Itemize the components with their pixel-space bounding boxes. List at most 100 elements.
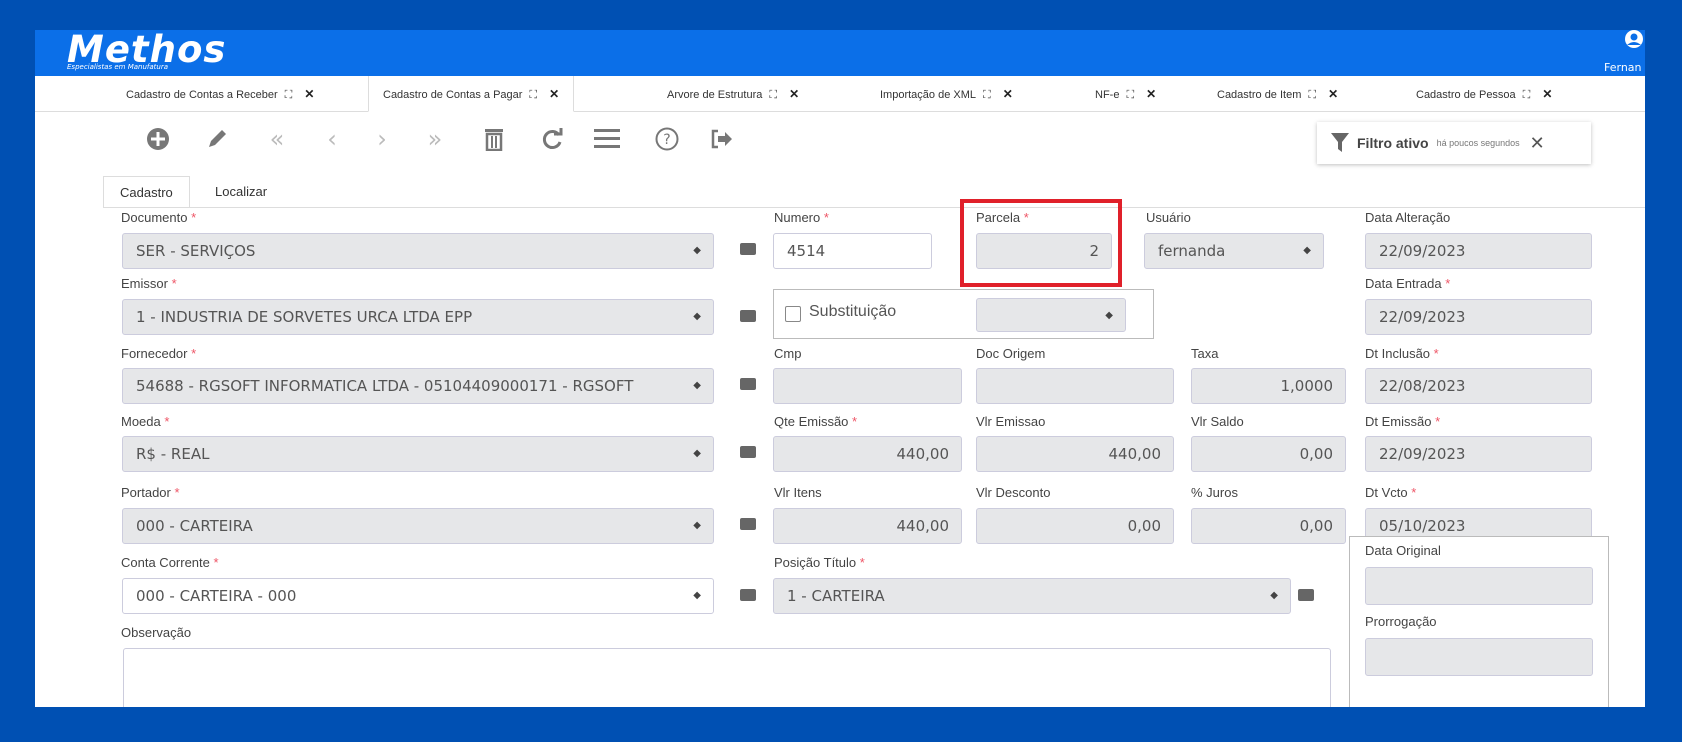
- substituicao-select[interactable]: ◆: [976, 298, 1126, 332]
- trash-icon[interactable]: [479, 124, 509, 154]
- data-entrada-label: Data Entrada *: [1365, 276, 1451, 291]
- expand-icon[interactable]: ⛶: [1126, 89, 1134, 101]
- usuario-select[interactable]: fernanda ◆: [1144, 233, 1324, 269]
- dt-emissao-input[interactable]: 22/09/2023: [1365, 436, 1592, 472]
- first-icon[interactable]: «: [262, 124, 292, 154]
- user-icon[interactable]: [1623, 30, 1645, 50]
- user-name[interactable]: Fernan: [1604, 61, 1642, 74]
- expand-icon[interactable]: ⛶: [1308, 89, 1316, 101]
- svg-text:?: ?: [663, 132, 670, 148]
- cmp-input[interactable]: [773, 368, 962, 404]
- posicao-titulo-select[interactable]: 1 - CARTEIRA ◆: [773, 578, 1291, 614]
- data-original-input[interactable]: [1365, 567, 1593, 605]
- fornecedor-select[interactable]: 54688 - RGSOFT INFORMATICA LTDA - 051044…: [122, 368, 714, 404]
- lookup-icon[interactable]: [739, 588, 757, 602]
- emissor-select[interactable]: 1 - INDUSTRIA DE SORVETES URCA LTDA EPP ◆: [122, 299, 714, 335]
- last-icon[interactable]: »: [420, 124, 450, 154]
- plus-circle-icon[interactable]: [143, 124, 173, 154]
- filter-icon: [1331, 133, 1349, 152]
- tab-label: Cadastro de Item: [1217, 89, 1302, 101]
- refresh-icon[interactable]: [537, 124, 567, 154]
- expand-icon[interactable]: ⛶: [769, 89, 777, 101]
- portador-select[interactable]: 000 - CARTEIRA ◆: [122, 508, 714, 544]
- substituicao-checkbox[interactable]: [785, 306, 801, 322]
- data-original-label: Data Original: [1365, 543, 1441, 558]
- vlr-itens-input[interactable]: 440,00: [773, 508, 962, 544]
- exit-icon[interactable]: [707, 124, 737, 154]
- tab-cadastro[interactable]: Cadastro: [103, 176, 190, 208]
- tab-cadastro-pessoa[interactable]: Cadastro de Pessoa ⛶ ✕: [1416, 76, 1552, 112]
- close-icon[interactable]: ✕: [789, 87, 799, 101]
- moeda-label: Moeda *: [121, 414, 170, 429]
- tab-contas-pagar[interactable]: Cadastro de Contas a Pagar ⛶ ✕: [368, 76, 575, 112]
- close-icon[interactable]: ✕: [304, 87, 314, 101]
- expand-icon[interactable]: ⛶: [983, 89, 991, 101]
- substituicao-panel: Substituição ◆: [773, 289, 1154, 339]
- tab-label: Cadastro de Contas a Receber: [126, 89, 278, 101]
- close-icon[interactable]: ✕: [549, 87, 559, 101]
- divider: [103, 207, 1645, 208]
- observacao-textarea[interactable]: [123, 648, 1331, 707]
- vlr-desconto-label: Vlr Desconto: [976, 485, 1051, 500]
- top-bar: Methos Especialistas em Manufatura Ferna…: [35, 30, 1645, 76]
- juros-input[interactable]: 0,00: [1191, 508, 1346, 544]
- tab-contas-receber[interactable]: Cadastro de Contas a Receber ⛶ ✕: [126, 76, 314, 112]
- documento-select[interactable]: SER - SERVIÇOS ◆: [122, 233, 714, 269]
- pencil-icon[interactable]: [202, 124, 232, 154]
- conta-corrente-select[interactable]: 000 - CARTEIRA - 000 ◆: [122, 578, 714, 614]
- tab-nfe[interactable]: NF-e ⛶ ✕: [1095, 76, 1156, 112]
- tab-importacao-xml[interactable]: Importação de XML ⛶ ✕: [880, 76, 1013, 112]
- lookup-icon[interactable]: [1297, 588, 1315, 602]
- datas-panel: Data Original Prorrogação: [1349, 536, 1609, 707]
- vlr-desconto-input[interactable]: 0,00: [976, 508, 1174, 544]
- tab-cadastro-item[interactable]: Cadastro de Item ⛶ ✕: [1217, 76, 1338, 112]
- dt-vcto-label: Dt Vcto *: [1365, 485, 1417, 500]
- help-icon[interactable]: ?: [652, 124, 682, 154]
- close-icon[interactable]: ✕: [1530, 133, 1545, 154]
- dt-inclusao-input[interactable]: 22/08/2023: [1365, 368, 1592, 404]
- lookup-icon[interactable]: [739, 309, 757, 323]
- filter-subtitle: há poucos segundos: [1436, 138, 1520, 148]
- vlr-itens-label: Vlr Itens: [774, 485, 822, 500]
- tab-bar: Cadastro de Contas a Receber ⛶ ✕ Cadastro …: [35, 76, 1645, 112]
- taxa-input[interactable]: 1,0000: [1191, 368, 1346, 404]
- posicao-titulo-label: Posição Título *: [774, 555, 865, 570]
- qte-emissao-label: Qte Emissão *: [774, 414, 858, 429]
- lookup-icon[interactable]: [739, 377, 757, 391]
- tab-arvore-estrutura[interactable]: Arvore de Estrutura ⛶ ✕: [667, 76, 799, 112]
- vlr-saldo-input[interactable]: 0,00: [1191, 436, 1346, 472]
- doc-origem-label: Doc Origem: [976, 346, 1046, 361]
- close-icon[interactable]: ✕: [1003, 87, 1013, 101]
- moeda-select[interactable]: R$ - REAL ◆: [122, 436, 714, 472]
- expand-icon[interactable]: ⛶: [529, 89, 537, 101]
- doc-origem-input[interactable]: [976, 368, 1174, 404]
- previous-icon[interactable]: ‹: [317, 124, 347, 154]
- close-icon[interactable]: ✕: [1146, 87, 1156, 101]
- filter-notification: Filtro ativo há poucos segundos ✕: [1317, 122, 1591, 164]
- dt-inclusao-label: Dt Inclusão *: [1365, 346, 1439, 361]
- portador-label: Portador *: [121, 485, 180, 500]
- tab-localizar[interactable]: Localizar: [199, 176, 283, 208]
- fornecedor-label: Fornecedor *: [121, 346, 197, 361]
- vlr-emissao-input[interactable]: 440,00: [976, 436, 1174, 472]
- lookup-icon[interactable]: [739, 242, 757, 256]
- emissor-label: Emissor *: [121, 276, 177, 291]
- lookup-icon[interactable]: [739, 517, 757, 531]
- expand-icon[interactable]: ⛶: [1523, 89, 1531, 101]
- data-alteracao-label: Data Alteração: [1365, 210, 1451, 225]
- close-icon[interactable]: ✕: [1542, 87, 1552, 101]
- data-entrada-input[interactable]: 22/09/2023: [1365, 299, 1592, 335]
- conta-corrente-label: Conta Corrente *: [121, 555, 219, 570]
- prorrogacao-input[interactable]: [1365, 638, 1593, 676]
- data-alteracao-input[interactable]: 22/09/2023: [1365, 233, 1592, 269]
- next-icon[interactable]: ›: [367, 124, 397, 154]
- close-icon[interactable]: ✕: [1328, 87, 1338, 101]
- numero-label: Numero *: [774, 210, 829, 225]
- tab-label: Importação de XML: [880, 89, 976, 101]
- numero-input[interactable]: 4514: [773, 233, 932, 269]
- list-icon[interactable]: [592, 124, 622, 154]
- lookup-icon[interactable]: [739, 445, 757, 459]
- dt-emissao-label: Dt Emissão *: [1365, 414, 1441, 429]
- expand-icon[interactable]: ⛶: [285, 89, 293, 101]
- qte-emissao-input[interactable]: 440,00: [773, 436, 962, 472]
